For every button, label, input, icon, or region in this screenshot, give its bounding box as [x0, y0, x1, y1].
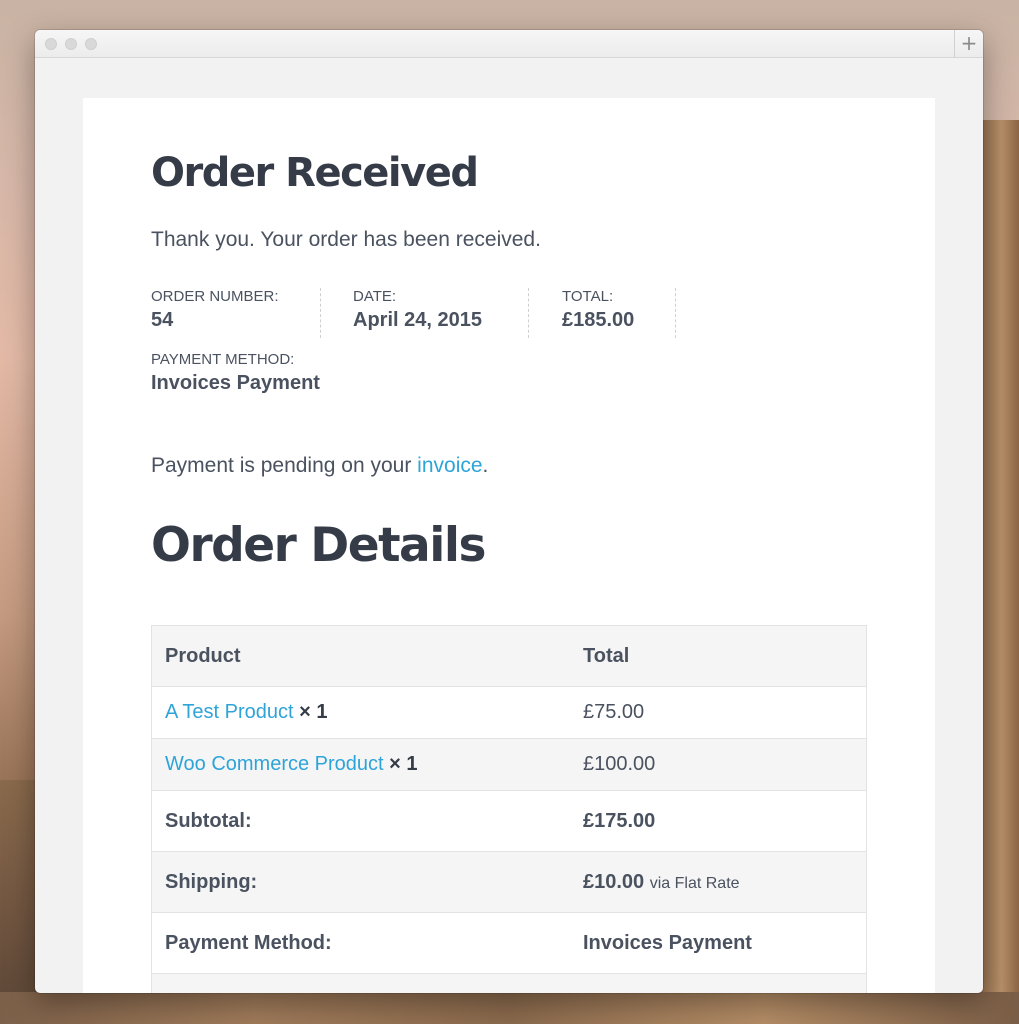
- payment-method-row-label: Payment Method:: [151, 912, 570, 974]
- total-value: £185.00: [570, 973, 867, 993]
- order-payment-method: PAYMENT METHOD: Invoices Payment: [151, 351, 320, 395]
- order-number-value: 54: [151, 309, 174, 331]
- column-header-total: Total: [570, 625, 867, 687]
- product-quantity: × 1: [299, 701, 328, 723]
- payment-method-label: PAYMENT METHOD:: [151, 351, 295, 368]
- product-link[interactable]: Woo Commerce Product: [165, 753, 384, 775]
- order-date-value: April 24, 2015: [353, 309, 482, 331]
- pending-period: .: [482, 454, 489, 477]
- total-label: Total:: [151, 973, 570, 993]
- product-quantity: × 1: [389, 753, 418, 775]
- order-total-label: TOTAL:: [562, 288, 614, 305]
- order-details-table: Product Total A Test Product × 1 £75.00 …: [151, 625, 867, 993]
- page-title: Order Received: [151, 150, 479, 196]
- subtotal-row: Subtotal: £175.00: [151, 790, 867, 852]
- order-total: TOTAL: £185.00: [562, 288, 634, 332]
- product-cell: A Test Product × 1: [151, 686, 570, 739]
- line-total: £100.00: [570, 738, 867, 791]
- order-details-heading: Order Details: [151, 518, 486, 573]
- shipping-method-note: via Flat Rate: [649, 874, 740, 892]
- minimize-window-button[interactable]: [65, 38, 77, 50]
- table-header-row: Product Total: [151, 625, 867, 687]
- thank-you-message: Thank you. Your order has been received.: [151, 228, 541, 251]
- product-cell: Woo Commerce Product × 1: [151, 738, 570, 791]
- payment-method-value: Invoices Payment: [151, 372, 320, 394]
- order-number-label: ORDER NUMBER:: [151, 288, 279, 305]
- order-date: DATE: April 24, 2015: [353, 288, 482, 332]
- shipping-value: £10.00: [583, 870, 645, 893]
- payment-pending-message: Payment is pending on your invoice.: [151, 454, 488, 478]
- shipping-cell: £10.00 via Flat Rate: [570, 851, 867, 913]
- product-link[interactable]: A Test Product: [165, 701, 294, 723]
- meta-divider: [320, 288, 321, 338]
- subtotal-label: Subtotal:: [151, 790, 570, 852]
- meta-divider: [528, 288, 529, 338]
- new-tab-button[interactable]: +: [954, 30, 983, 57]
- order-total-value: £185.00: [562, 309, 635, 331]
- zoom-window-button[interactable]: [85, 38, 97, 50]
- subtotal-value: £175.00: [570, 790, 867, 852]
- payment-method-row-value: Invoices Payment: [570, 912, 867, 974]
- line-total: £75.00: [570, 686, 867, 739]
- order-date-label: DATE:: [353, 288, 397, 305]
- background-ground: [0, 992, 1019, 1024]
- background-cliff-left: [0, 780, 40, 1024]
- table-row: A Test Product × 1 £75.00: [151, 686, 867, 739]
- shipping-label: Shipping:: [151, 851, 570, 913]
- page-content: Order Received Thank you. Your order has…: [83, 98, 935, 993]
- meta-divider: [675, 288, 676, 338]
- shipping-row: Shipping: £10.00 via Flat Rate: [151, 851, 867, 913]
- pending-text: Payment is pending on your: [151, 454, 412, 477]
- total-row: Total: £185.00: [151, 973, 867, 993]
- table-row: Woo Commerce Product × 1 £100.00: [151, 738, 867, 791]
- payment-method-row: Payment Method: Invoices Payment: [151, 912, 867, 974]
- column-header-product: Product: [151, 625, 570, 687]
- browser-window: + Order Received Thank you. Your order h…: [35, 30, 983, 993]
- invoice-link[interactable]: invoice: [417, 454, 482, 477]
- title-bar: +: [35, 30, 983, 58]
- close-window-button[interactable]: [45, 38, 57, 50]
- order-number: ORDER NUMBER: 54: [151, 288, 279, 332]
